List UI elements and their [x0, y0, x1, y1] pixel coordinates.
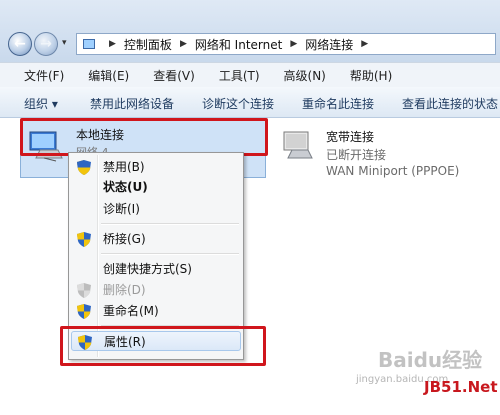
highlight-properties	[60, 326, 266, 366]
menu-item-bridge[interactable]: 桥接(G)	[71, 229, 241, 249]
menu-item-diagnose[interactable]: 诊断(I)	[71, 199, 241, 219]
menu-item-disable[interactable]: 禁用(B)	[71, 157, 241, 177]
menu-advanced[interactable]: 高级(N)	[284, 67, 326, 84]
chevron-right-icon[interactable]: ▶	[361, 39, 368, 49]
broadband-connection-status: 已断开连接	[326, 148, 387, 162]
menu-file[interactable]: 文件(F)	[24, 67, 64, 84]
menu-item-create-shortcut[interactable]: 创建快捷方式(S)	[71, 259, 241, 279]
watermark-baidu: Baidu经验	[378, 348, 483, 372]
back-arrow-icon: ←	[14, 36, 26, 52]
menu-item-label: 禁用(B)	[103, 160, 145, 174]
highlight-local-connection	[20, 118, 268, 156]
recent-pages-dropdown[interactable]: ▾	[62, 38, 67, 48]
menu-tools[interactable]: 工具(T)	[219, 67, 260, 84]
disable-device-button[interactable]: 禁用此网络设备	[90, 95, 174, 112]
menu-item-label: 诊断(I)	[103, 202, 140, 216]
menu-item-label: 删除(D)	[103, 283, 146, 297]
menu-help[interactable]: 帮助(H)	[350, 67, 392, 84]
computer-icon	[83, 39, 95, 49]
menu-separator	[101, 253, 239, 255]
command-bar: 组织 ▾ 禁用此网络设备 诊断这个连接 重命名此连接 查看此连接的状态	[0, 87, 500, 118]
menu-item-status[interactable]: 状态(U)	[71, 177, 241, 197]
address-bar-area: ← → ▾ ▶ 控制面板 ▶ 网络和 Internet ▶ 网络连接 ▶	[0, 0, 500, 62]
broadband-connection-name: 宽带连接	[326, 130, 375, 144]
menu-item-label: 重命名(M)	[103, 304, 159, 318]
breadcrumb-network-connections[interactable]: 网络连接	[305, 36, 353, 53]
rename-connection-button[interactable]: 重命名此连接	[302, 95, 374, 112]
breadcrumb-network-internet[interactable]: 网络和 Internet	[195, 36, 282, 53]
chevron-right-icon[interactable]: ▶	[290, 39, 297, 49]
watermark-jb51: JB51.Net	[424, 378, 498, 396]
forward-button[interactable]: →	[34, 32, 58, 56]
menu-item-delete[interactable]: 删除(D)	[71, 280, 241, 300]
uac-shield-icon	[77, 160, 91, 175]
menu-bar: 文件(F) 编辑(E) 查看(V) 工具(T) 高级(N) 帮助(H)	[0, 62, 500, 88]
menu-item-rename[interactable]: 重命名(M)	[71, 301, 241, 321]
broadband-connection-device: WAN Miniport (PPPOE)	[326, 164, 460, 178]
menu-edit[interactable]: 编辑(E)	[88, 67, 129, 84]
uac-shield-icon	[77, 304, 91, 319]
organize-button[interactable]: 组织 ▾	[24, 95, 58, 112]
chevron-right-icon[interactable]: ▶	[109, 39, 116, 49]
menu-item-label: 状态(U)	[103, 180, 148, 194]
view-status-button[interactable]: 查看此连接的状态	[402, 95, 498, 112]
forward-arrow-icon: →	[40, 36, 52, 52]
menu-item-label: 桥接(G)	[103, 232, 146, 246]
back-button[interactable]: ←	[8, 32, 32, 56]
breadcrumb-control-panel[interactable]: 控制面板	[124, 36, 172, 53]
diagnose-connection-button[interactable]: 诊断这个连接	[202, 95, 274, 112]
chevron-right-icon[interactable]: ▶	[180, 39, 187, 49]
broadband-adapter-icon[interactable]	[278, 128, 318, 162]
uac-shield-icon	[77, 232, 91, 247]
uac-shield-icon	[77, 283, 91, 298]
menu-view[interactable]: 查看(V)	[153, 67, 195, 84]
address-bar[interactable]: ▶ 控制面板 ▶ 网络和 Internet ▶ 网络连接 ▶	[76, 33, 496, 55]
menu-item-label: 创建快捷方式(S)	[103, 262, 192, 276]
menu-separator	[101, 223, 239, 225]
